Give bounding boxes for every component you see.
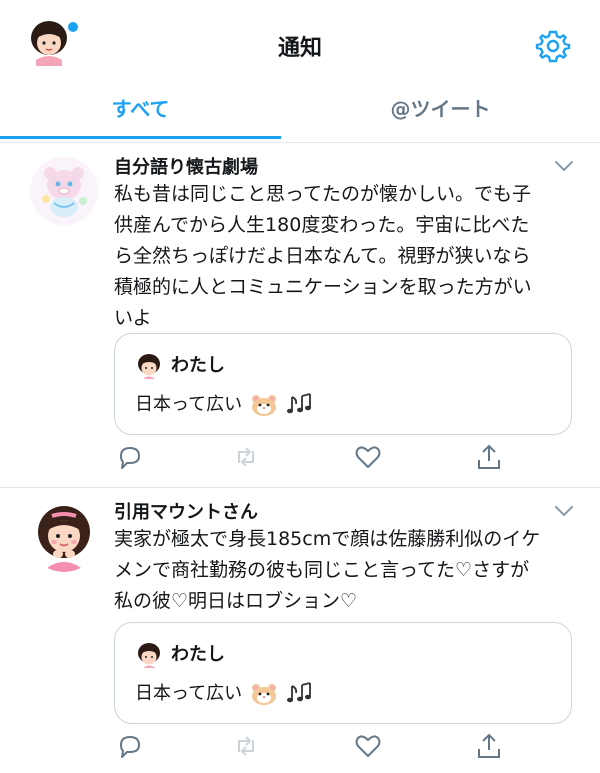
chevron-down-icon[interactable]: [553, 159, 575, 173]
notification-tweet[interactable]: 引用マウントさん 実家が極太で身長185cmで顔は佐藤勝利似のイケ メンで商社勤…: [0, 488, 600, 773]
share-icon[interactable]: [475, 732, 503, 760]
page-title: 通知: [277, 36, 322, 61]
hamster-icon: [251, 684, 276, 705]
like-icon[interactable]: [354, 732, 382, 760]
reply-icon[interactable]: [116, 732, 144, 760]
tweet-line: ら全然ちっぽけだよ日本なんて。視野が狭いなら: [114, 245, 531, 267]
quoted-text: 日本って広い: [135, 394, 243, 415]
like-icon[interactable]: [354, 443, 382, 471]
display-name[interactable]: 自分語り懐古劇場: [114, 153, 258, 179]
tweet-line: 私も昔は同じこと思ってたのが懐かしい。でも子: [114, 183, 532, 205]
retweet-icon[interactable]: [232, 443, 260, 471]
tab-bar: すべて @ツイート: [0, 92, 600, 143]
tweet-line: 私の彼♡明日はロブション♡: [114, 590, 358, 612]
tweet-line: 供産んでから人生180度変わった。宇宙に比べた: [114, 214, 530, 236]
gear-icon[interactable]: [535, 28, 571, 64]
quoted-tweet[interactable]: わたし 日本って広い: [114, 622, 572, 724]
quoted-text-row: 日本って広い: [135, 681, 314, 707]
tab-mentions[interactable]: @ツイート: [281, 92, 600, 142]
quoted-display-name: わたし: [171, 355, 225, 376]
avatar: [135, 641, 163, 669]
tweet-text: 実家が極太で身長185cmで顔は佐藤勝利似のイケ メンで商社勤務の彼も同じこと言…: [114, 524, 580, 617]
display-name[interactable]: 引用マウントさん: [114, 498, 258, 524]
notification-tweet[interactable]: 自分語り懐古劇場 私も昔は同じこと思ってたのが懐かしい。でも子 供産んでから人生…: [0, 143, 600, 488]
quoted-display-name: わたし: [171, 644, 225, 665]
avatar: [135, 352, 163, 380]
tweet-text: 私も昔は同じこと思ってたのが懐かしい。でも子 供産んでから人生180度変わった。…: [114, 179, 580, 334]
avatar[interactable]: [28, 155, 100, 227]
active-tab-indicator: [0, 136, 281, 139]
quoted-text-row: 日本って広い: [135, 392, 314, 418]
tab-all[interactable]: すべて: [0, 92, 281, 142]
tweet-line: 積極的に人とコミュニケーションを取った方がい: [114, 276, 532, 298]
avatar[interactable]: [28, 500, 100, 572]
reply-icon[interactable]: [116, 443, 144, 471]
tweet-actions: [114, 443, 574, 473]
hamster-icon: [251, 395, 276, 416]
share-icon[interactable]: [475, 443, 503, 471]
quoted-text: 日本って広い: [135, 683, 243, 704]
header: 通知: [0, 0, 600, 92]
tweet-line: メンで商社勤務の彼も同じこと言ってた♡さすが: [114, 559, 530, 581]
chevron-down-icon[interactable]: [553, 504, 575, 518]
tweet-line: 実家が極太で身長185cmで顔は佐藤勝利似のイケ: [114, 528, 541, 550]
retweet-icon[interactable]: [232, 732, 260, 760]
quoted-tweet[interactable]: わたし 日本って広い: [114, 333, 572, 435]
tweet-line: いよ: [114, 307, 152, 329]
music-notes-icon: [286, 393, 311, 414]
music-notes-icon: [286, 682, 311, 703]
tweet-actions: [114, 732, 574, 762]
